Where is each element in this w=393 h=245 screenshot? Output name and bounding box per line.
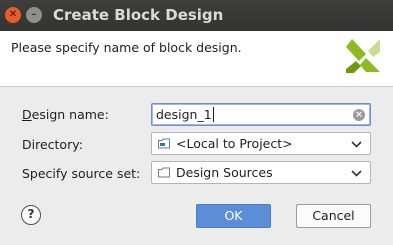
source-set-dropdown[interactable]: Design Sources	[151, 161, 371, 184]
directory-label: Directory:	[22, 137, 83, 152]
cancel-button[interactable]: Cancel	[296, 204, 371, 228]
minimize-icon[interactable]: –	[26, 7, 42, 23]
create-block-design-dialog: ✕ – Create Block Design Please specify n…	[0, 0, 393, 245]
source-set-value: Design Sources	[176, 165, 273, 180]
design-name-label-rest: esign name:	[31, 107, 109, 122]
design-name-label: Design name:	[22, 107, 109, 122]
chevron-down-icon[interactable]	[351, 170, 362, 177]
xilinx-logo-icon	[346, 39, 380, 73]
directory-dropdown[interactable]: <Local to Project>	[151, 132, 371, 155]
design-name-input[interactable]: design_1 ×	[151, 103, 371, 126]
text-caret	[212, 107, 214, 122]
design-name-mnemonic: D	[22, 107, 32, 122]
header-description: Please specify name of block design.	[11, 40, 242, 55]
clear-icon[interactable]: ×	[353, 109, 365, 121]
dialog-header: Please specify name of block design.	[0, 31, 393, 87]
help-icon[interactable]: ?	[21, 205, 41, 225]
design-name-value: design_1	[156, 107, 212, 122]
chevron-down-icon[interactable]	[351, 141, 362, 148]
folder-link-icon	[158, 138, 170, 149]
source-set-label: Specify source set:	[22, 166, 141, 181]
directory-value: <Local to Project>	[176, 136, 293, 151]
title-bar: ✕ – Create Block Design	[0, 0, 393, 31]
window-title: Create Block Design	[53, 6, 224, 24]
ok-button[interactable]: OK	[196, 204, 271, 228]
close-icon[interactable]: ✕	[5, 7, 21, 23]
folder-icon	[158, 167, 170, 178]
